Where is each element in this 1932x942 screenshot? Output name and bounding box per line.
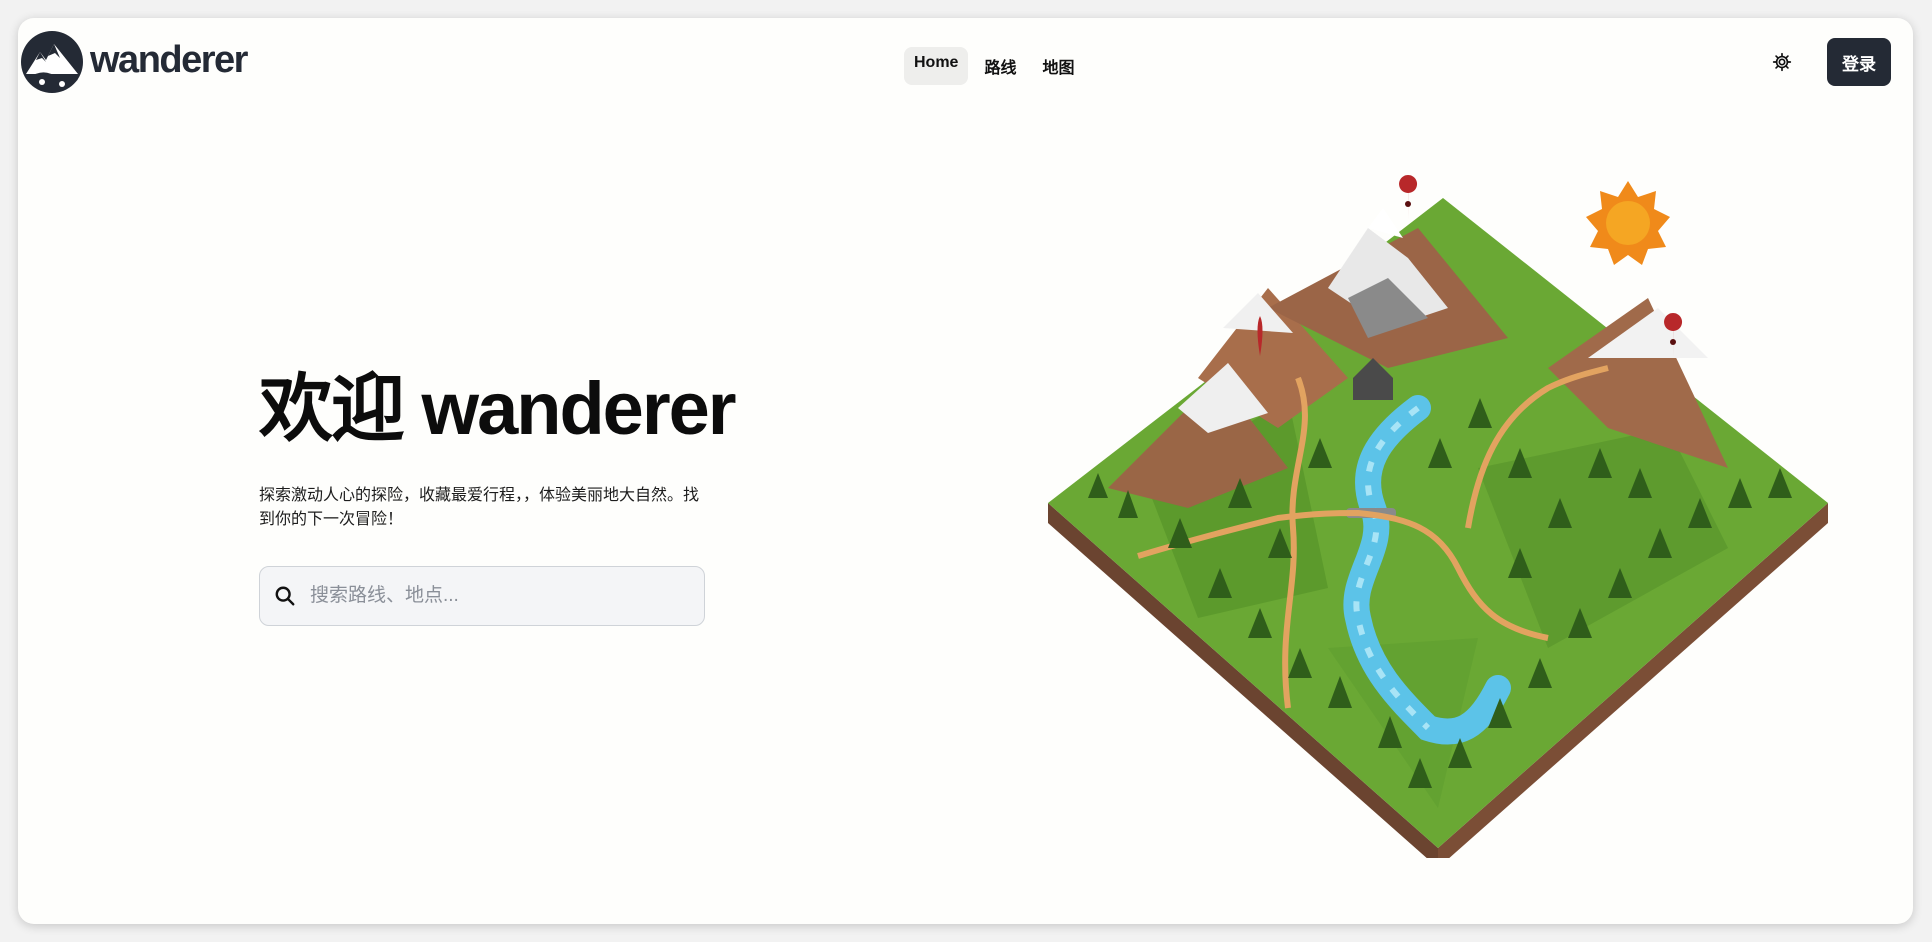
- top-navigation-bar: wanderer Home 路线 地图 登录: [18, 18, 1913, 98]
- search-box[interactable]: [259, 566, 705, 626]
- nav-item-home[interactable]: Home: [904, 47, 969, 85]
- brand-logo-link[interactable]: wanderer: [20, 30, 248, 94]
- hero-section: 欢迎 wanderer 探索激动人心的探险，收藏最爱行程，，体验美丽地大自然。找…: [259, 364, 737, 626]
- search-input[interactable]: [308, 584, 672, 608]
- search-icon: [275, 586, 295, 606]
- settings-button[interactable]: [1768, 48, 1796, 76]
- low-poly-landscape-illustration: [1048, 175, 1828, 858]
- hero-title: 欢迎 wanderer: [259, 367, 737, 450]
- app-window: wanderer Home 路线 地图 登录 欢迎 wanderer 探索激动人…: [18, 18, 1913, 924]
- hero-subtitle: 探索激动人心的探险，收藏最爱行程，，体验美丽地大自然。找到你的下一次冒险！: [259, 487, 700, 528]
- nav-item-map[interactable]: 地图: [1032, 47, 1084, 85]
- login-button[interactable]: 登录: [1827, 38, 1891, 86]
- nav-item-routes[interactable]: 路线: [974, 47, 1026, 85]
- brand-name: wanderer: [90, 38, 248, 81]
- mountain-logo-icon: [21, 31, 83, 93]
- main-nav: Home 路线 地图: [904, 47, 1084, 85]
- gear-icon: [1772, 52, 1792, 72]
